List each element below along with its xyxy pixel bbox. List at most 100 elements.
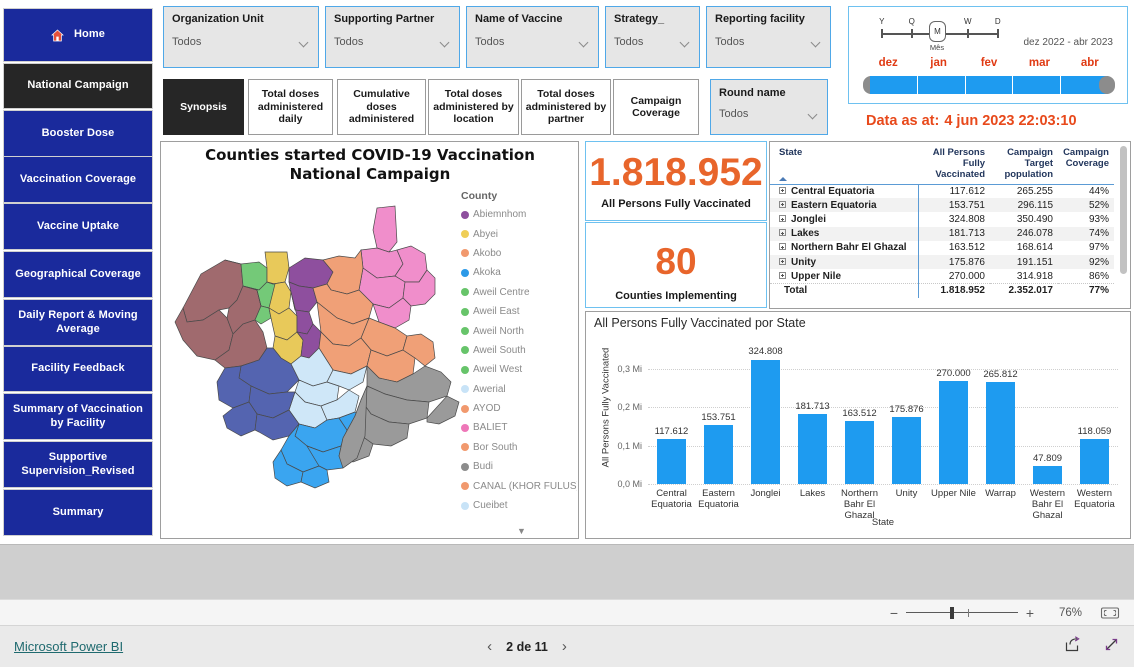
chevron-down-icon[interactable] bbox=[440, 39, 451, 46]
granularity-selector[interactable]: Y Q W D M Mês bbox=[875, 17, 1015, 53]
bar-chart-visual[interactable]: All Persons Fully Vaccinated por State A… bbox=[585, 311, 1131, 539]
map-svg[interactable] bbox=[163, 190, 463, 530]
chevron-left-icon[interactable]: ‹ bbox=[487, 639, 492, 654]
legend-item[interactable]: Abyei bbox=[461, 224, 577, 243]
month-segment[interactable] bbox=[918, 76, 966, 94]
sidebar-item-supportive-supervision-revised[interactable]: Supportive Supervision_Revised bbox=[3, 441, 153, 488]
granularity-option-W[interactable]: W bbox=[964, 17, 972, 26]
bar[interactable] bbox=[797, 414, 828, 484]
month-segment[interactable] bbox=[1013, 76, 1062, 94]
bar[interactable] bbox=[703, 425, 734, 484]
map-legend[interactable]: County Abiemnhom Abyei Akobo Akoka Aweil Cen… bbox=[461, 190, 577, 535]
sidebar-item-facility-feedback[interactable]: Facility Feedback bbox=[3, 346, 153, 392]
legend-item[interactable]: Aweil Centre bbox=[461, 283, 577, 302]
sidebar-item-vaccine-uptake[interactable]: Vaccine Uptake bbox=[3, 203, 153, 250]
sidebar-item-geographical-coverage[interactable]: Geographical Coverage bbox=[3, 251, 153, 298]
chevron-down-icon[interactable] bbox=[680, 39, 691, 46]
granularity-selected[interactable]: M bbox=[929, 21, 946, 42]
legend-item[interactable]: AYOD bbox=[461, 399, 577, 418]
bar[interactable] bbox=[985, 382, 1016, 484]
sort-ascending-icon[interactable] bbox=[779, 176, 787, 181]
sidebar-item-vaccination-coverage[interactable]: Vaccination Coverage bbox=[3, 156, 153, 203]
tab-total-doses-administered-by-partner[interactable]: Total doses administered by partner bbox=[521, 79, 611, 135]
bar[interactable] bbox=[891, 416, 922, 484]
bar[interactable] bbox=[844, 421, 875, 484]
chevron-down-icon[interactable] bbox=[579, 39, 590, 46]
sidebar-item-home[interactable]: Home bbox=[3, 8, 153, 62]
date-track-fill[interactable] bbox=[870, 76, 1108, 94]
column-header-target[interactable]: Campaign Target population bbox=[990, 142, 1058, 185]
legend-item[interactable]: Akoka bbox=[461, 263, 577, 282]
bar[interactable] bbox=[750, 359, 781, 484]
expand-icon[interactable] bbox=[779, 215, 786, 223]
granularity-option-Y[interactable]: Y bbox=[879, 17, 884, 26]
zoom-in-button[interactable]: + bbox=[1022, 606, 1038, 620]
chevron-down-icon[interactable] bbox=[299, 39, 310, 46]
date-handle-right[interactable] bbox=[1099, 76, 1115, 94]
kpi-card-all-persons-fully-vaccinated[interactable]: 1.818.952 All Persons Fully Vaccinated bbox=[585, 141, 767, 221]
tab-synopsis[interactable]: Synopsis bbox=[163, 79, 244, 135]
slicer-supporting-partner[interactable]: Supporting Partner Todos bbox=[325, 6, 460, 68]
zoom-slider[interactable] bbox=[906, 606, 1018, 620]
slicer-organization-unit[interactable]: Organization Unit Todos bbox=[163, 6, 319, 68]
legend-item[interactable]: Aweil East bbox=[461, 302, 577, 321]
bar[interactable] bbox=[656, 438, 687, 484]
table-row[interactable]: Jonglei 324.808 350.490 93% bbox=[770, 212, 1114, 227]
date-track[interactable] bbox=[863, 75, 1115, 95]
legend-item[interactable]: BALIET bbox=[461, 418, 577, 437]
sidebar-item-booster-dose[interactable]: Booster Dose bbox=[3, 110, 153, 157]
tab-cumulative-doses-administered[interactable]: Cumulative doses administered bbox=[337, 79, 426, 135]
granularity-option-Q[interactable]: Q bbox=[909, 17, 915, 26]
month-segment[interactable] bbox=[966, 76, 1014, 94]
tab-total-doses-administered-daily[interactable]: Total doses administered daily bbox=[248, 79, 333, 135]
legend-item[interactable]: Awerial bbox=[461, 380, 577, 399]
expand-icon[interactable] bbox=[779, 200, 786, 208]
expand-icon[interactable] bbox=[779, 229, 786, 237]
south-sudan-county-map[interactable] bbox=[163, 190, 463, 530]
chevron-down-icon[interactable]: ▼ bbox=[517, 526, 526, 536]
legend-item[interactable]: Akobo bbox=[461, 244, 577, 263]
legend-item[interactable]: Aweil North bbox=[461, 321, 577, 340]
legend-item[interactable]: Cueibet bbox=[461, 496, 577, 515]
slicer-round-name[interactable]: Round name Todos bbox=[710, 79, 828, 135]
table-scrollbar[interactable] bbox=[1120, 146, 1127, 274]
table-row[interactable]: Central Equatoria 117.612 265.255 44% bbox=[770, 184, 1114, 199]
sidebar-item-summary[interactable]: Summary bbox=[3, 489, 153, 536]
sidebar-item-summary-of-vaccination-by-facility[interactable]: Summary of Vaccination by Facility bbox=[3, 393, 153, 440]
expand-icon[interactable] bbox=[779, 186, 786, 194]
date-range-slicer[interactable]: Y Q W D M Mês dez 2022 - abr 2023 dez jan fev… bbox=[848, 6, 1128, 104]
slicer-reporting-facility[interactable]: Reporting facility Todos bbox=[706, 6, 831, 68]
table-row[interactable]: Upper Nile 270.000 314.918 86% bbox=[770, 269, 1114, 284]
legend-item[interactable]: Budi bbox=[461, 457, 577, 476]
column-header-state[interactable]: State bbox=[770, 142, 918, 185]
table-row[interactable]: Eastern Equatoria 153.751 296.115 52% bbox=[770, 198, 1114, 213]
share-icon[interactable] bbox=[1064, 635, 1081, 658]
expand-icon[interactable] bbox=[779, 271, 786, 279]
map-visual[interactable]: Counties started COVID-19 Vaccination Na… bbox=[160, 141, 579, 539]
sidebar-item-daily-report-moving-average[interactable]: Daily Report & Moving Average bbox=[3, 299, 153, 346]
sidebar-item-national-campaign[interactable]: National Campaign bbox=[3, 63, 153, 109]
zoom-out-button[interactable]: − bbox=[886, 606, 902, 620]
table-row[interactable]: Northern Bahr El Ghazal 163.512 168.614 97% bbox=[770, 240, 1114, 256]
fullscreen-icon[interactable] bbox=[1103, 636, 1120, 658]
kpi-card-counties-implementing[interactable]: 80 Counties Implementing bbox=[585, 222, 767, 308]
expand-icon[interactable] bbox=[779, 243, 786, 251]
column-header-vaccinated[interactable]: All Persons Fully Vaccinated bbox=[918, 142, 990, 185]
fit-to-page-icon[interactable] bbox=[1100, 606, 1120, 620]
expand-icon[interactable] bbox=[779, 257, 786, 265]
tab-total-doses-administered-by-location[interactable]: Total doses administered by location bbox=[428, 79, 519, 135]
legend-item[interactable]: CANAL (KHOR FULUS) bbox=[461, 476, 577, 495]
bar[interactable] bbox=[1079, 438, 1110, 484]
legend-item[interactable]: Aweil South bbox=[461, 341, 577, 360]
legend-item[interactable]: Bor South bbox=[461, 438, 577, 457]
month-segment[interactable] bbox=[870, 76, 918, 94]
bar[interactable] bbox=[1032, 465, 1063, 484]
legend-item[interactable]: Aweil West bbox=[461, 360, 577, 379]
column-header-coverage[interactable]: Campaign Coverage bbox=[1058, 142, 1114, 185]
bar[interactable] bbox=[938, 380, 969, 484]
granularity-option-D[interactable]: D bbox=[995, 17, 1001, 26]
chevron-down-icon[interactable] bbox=[811, 39, 822, 46]
chevron-down-icon[interactable] bbox=[808, 111, 819, 118]
state-coverage-table[interactable]: State All Persons Fully Vaccinated Campa… bbox=[769, 141, 1131, 309]
table-row[interactable]: Lakes 181.713 246.078 74% bbox=[770, 226, 1114, 241]
